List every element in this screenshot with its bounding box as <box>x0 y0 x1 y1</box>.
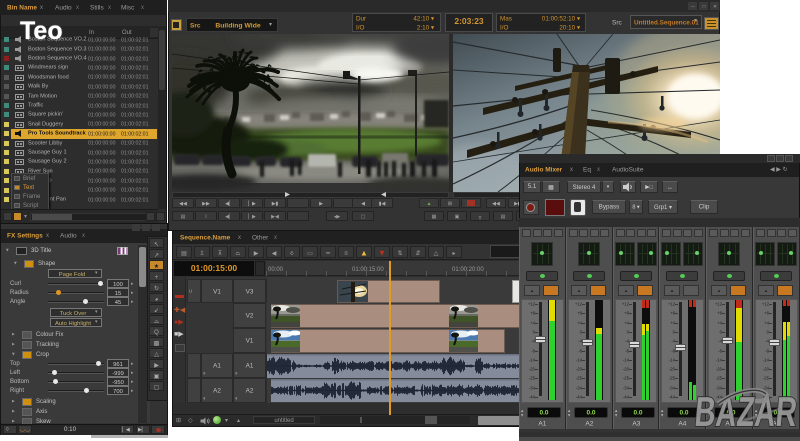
svg-text:BAZAR: BAZAR <box>693 388 799 435</box>
